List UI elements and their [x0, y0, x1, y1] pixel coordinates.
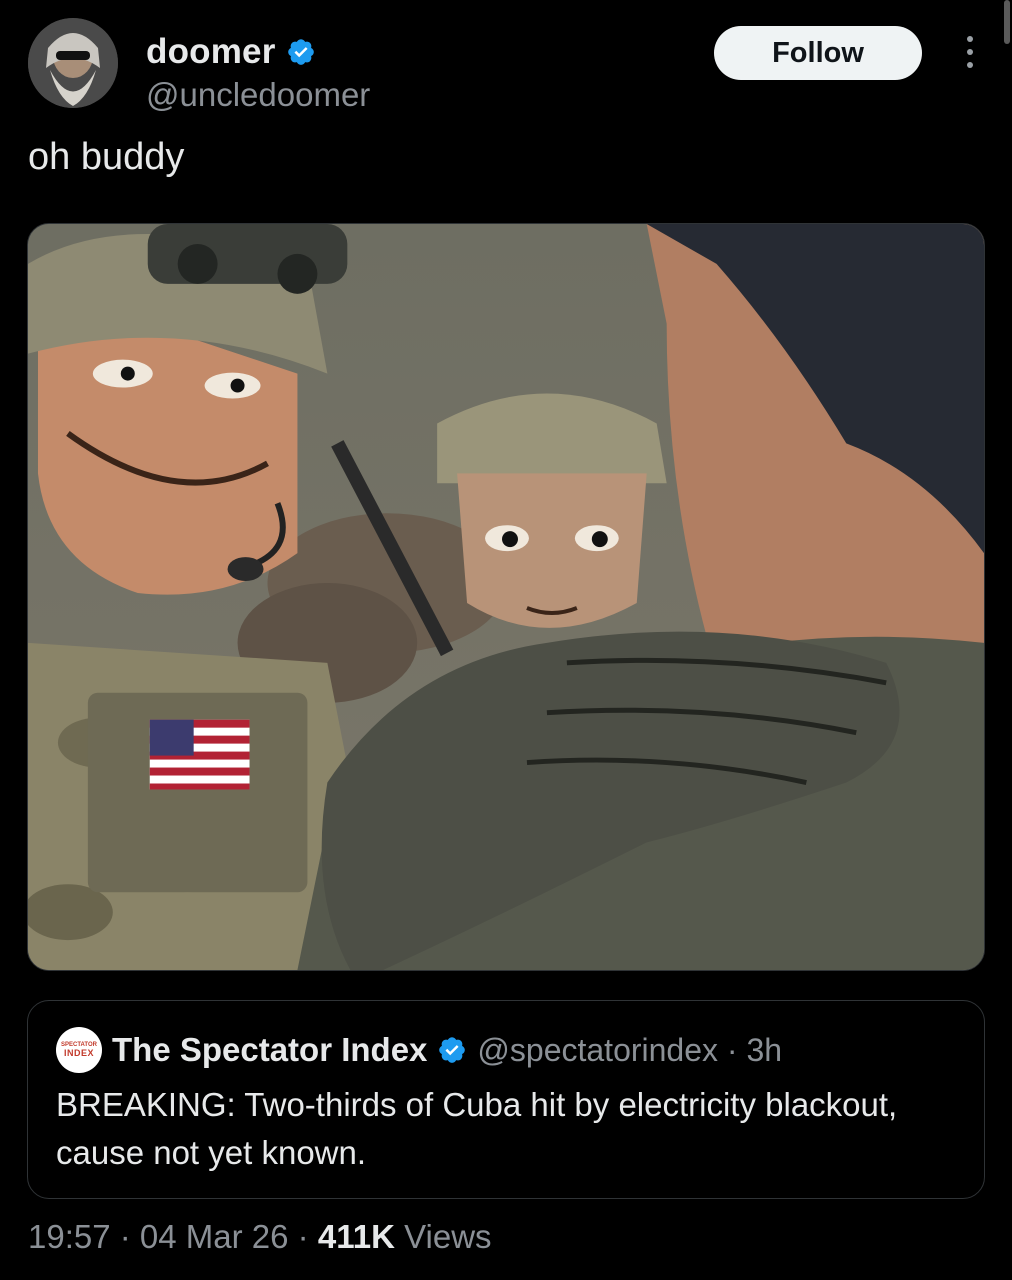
- tweet-meta: 19:57 · 04 Mar 26 · 411K Views: [28, 1218, 492, 1255]
- views-count[interactable]: 411K: [318, 1218, 395, 1255]
- quoted-avatar-logo-line2: INDEX: [63, 1048, 94, 1058]
- more-vertical-icon[interactable]: [962, 32, 978, 72]
- quoted-tweet[interactable]: SPECTATOR INDEX The Spectator Index @spe…: [27, 1000, 985, 1199]
- tweet-time[interactable]: 19:57: [28, 1218, 111, 1255]
- cartoon-soldiers-illustration: [28, 224, 984, 970]
- quoted-tweet-text: BREAKING: Two-thirds of Cuba hit by elec…: [56, 1086, 898, 1171]
- quoted-tweet-header: SPECTATOR INDEX The Spectator Index @spe…: [56, 1027, 782, 1073]
- tweet-text: oh buddy: [28, 136, 185, 178]
- quoted-author-avatar[interactable]: SPECTATOR INDEX: [56, 1027, 102, 1073]
- quoted-author-handle[interactable]: @spectatorindex · 3h: [477, 1032, 782, 1069]
- verified-badge-icon: [287, 39, 314, 65]
- tweet-media-image[interactable]: [27, 223, 985, 971]
- tweet-header: doomer @uncledoomer Follow: [28, 18, 984, 114]
- quoted-tweet-age: 3h: [746, 1031, 783, 1068]
- follow-button[interactable]: Follow: [714, 26, 922, 80]
- author-display-name[interactable]: doomer: [146, 32, 276, 72]
- views-label: Views: [394, 1218, 492, 1255]
- scrollbar[interactable]: [1004, 0, 1010, 44]
- quoted-author-name[interactable]: The Spectator Index: [112, 1031, 427, 1069]
- author-name-row: doomer: [146, 32, 316, 72]
- verified-badge-icon: [439, 1037, 466, 1063]
- author-handle[interactable]: @uncledoomer: [146, 76, 370, 114]
- author-avatar[interactable]: [28, 18, 118, 108]
- tweet-date[interactable]: 04 Mar 26: [140, 1218, 289, 1255]
